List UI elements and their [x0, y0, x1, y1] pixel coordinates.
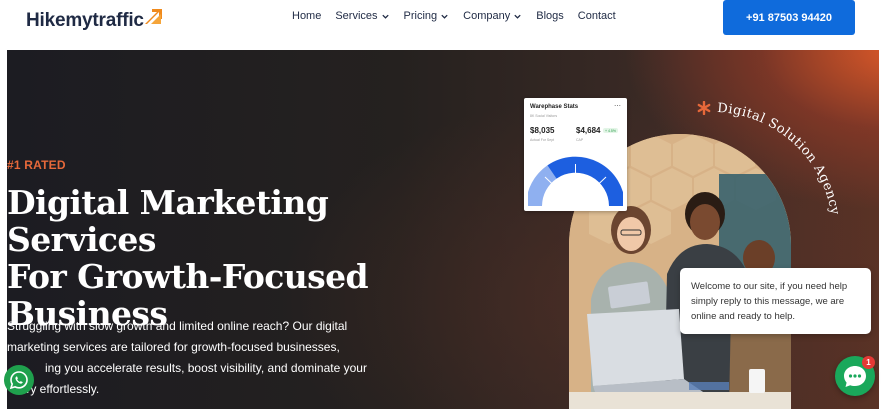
logo-text: Hikemytraffic — [26, 10, 144, 31]
stats-value: $8,035 — [530, 126, 555, 135]
menu-label: Services — [335, 10, 378, 22]
menu-item-blogs[interactable]: Blogs — [536, 10, 564, 22]
whatsapp-button[interactable] — [4, 365, 34, 395]
chevron-down-icon — [441, 14, 448, 19]
menu-label: Contact — [577, 10, 616, 22]
site-logo[interactable]: Hikemytraffic — [26, 8, 163, 32]
gauge-chart — [528, 156, 623, 207]
svg-text:Digital Solution Agency: Digital Solution Agency — [717, 101, 843, 216]
paragraph-line: ing you accelerate results, boost visibi… — [45, 361, 367, 375]
asterisk-icon — [697, 101, 711, 115]
paragraph-line: stry effortlessly. — [17, 382, 100, 396]
rated-label: #1 RATED — [7, 158, 66, 172]
menu-label: Blogs — [536, 10, 564, 22]
menu-label: Pricing — [403, 10, 438, 22]
headline-line: Digital Marketing Services — [7, 183, 329, 259]
hero-headline: Digital Marketing Services For Growth-Fo… — [7, 184, 467, 332]
agency-badge: Digital Solution Agency — [717, 101, 843, 216]
paragraph-line: marketing services are tailored for grow… — [7, 340, 340, 354]
more-dots-icon[interactable]: ⋯ — [614, 102, 621, 110]
stats-card: Warephase Stats ⋯ 8K Social Visitors $8,… — [524, 98, 627, 211]
menu-item-company[interactable]: Company — [463, 10, 522, 22]
stats-label: CAP — [576, 138, 584, 142]
change-badge: + 4.5% — [603, 128, 618, 133]
menu-item-pricing[interactable]: Pricing — [404, 10, 450, 22]
chat-welcome-bubble[interactable]: Welcome to our site, if you need help si… — [680, 268, 871, 334]
hero-paragraph: Struggling with slow growth and limited … — [7, 316, 367, 400]
hero-section: #1 RATED Digital Marketing Services For … — [7, 50, 879, 409]
stats-title: Warephase Stats — [530, 104, 579, 110]
headline-line: For Growth-Focused — [7, 257, 369, 296]
phone-cta-button[interactable]: +91 87503 94420 — [723, 0, 855, 35]
menu-item-services[interactable]: Services — [335, 10, 389, 22]
paragraph-line: Struggling with slow growth and limited … — [7, 319, 348, 333]
agency-badge-text: Digital Solution Agency — [717, 101, 842, 216]
menu-label: Home — [292, 10, 322, 22]
stats-subtitle: 8K Social Visitors — [530, 114, 558, 118]
top-navbar: Hikemytraffic Home Services Pricing Comp… — [0, 0, 884, 46]
whatsapp-icon — [9, 371, 28, 390]
menu-item-home[interactable]: Home — [292, 10, 321, 22]
menu-label: Company — [463, 10, 511, 22]
chevron-down-icon — [381, 14, 389, 19]
stats-label: Actual For Sept — [530, 138, 555, 142]
stats-value: $4,684 — [576, 126, 601, 135]
chevron-down-icon — [514, 14, 521, 19]
menu-item-contact[interactable]: Contact — [578, 10, 616, 22]
unread-count-badge: 1 — [862, 356, 875, 369]
logo-arrow-icon — [144, 8, 163, 26]
main-menu: Home Services Pricing Company Blogs Cont… — [292, 10, 630, 22]
